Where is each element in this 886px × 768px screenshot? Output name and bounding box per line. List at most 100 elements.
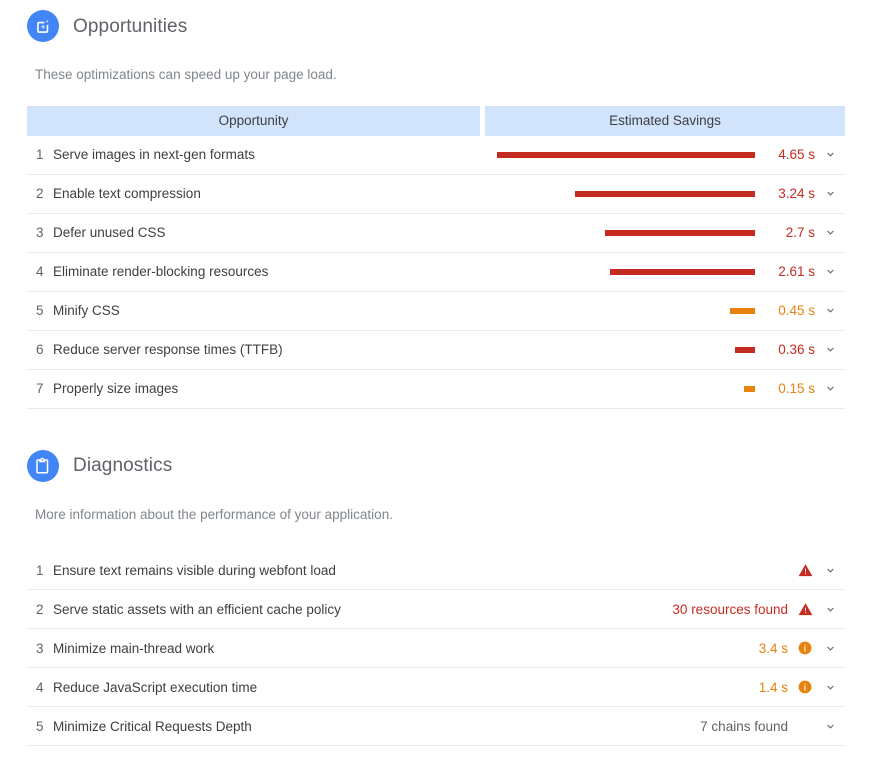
chevron-down-icon[interactable] — [815, 304, 845, 317]
savings-bar-track — [480, 151, 755, 158]
warning-triangle-icon — [795, 563, 815, 578]
diagnostic-row-title: Serve static assets with an efficient ca… — [53, 601, 341, 617]
info-circle-icon — [795, 641, 815, 655]
opportunity-row[interactable]: 1 Serve images in next-gen formats 4.65 s — [27, 136, 845, 175]
opportunity-row[interactable]: 4 Eliminate render-blocking resources 2.61… — [27, 253, 845, 292]
chevron-down-icon[interactable] — [815, 382, 845, 395]
chevron-down-icon[interactable] — [815, 265, 845, 278]
diagnostic-row-title: Ensure text remains visible during webfo… — [53, 562, 336, 578]
opportunities-title: Opportunities — [73, 15, 188, 37]
opportunity-savings-value: 0.45 s — [778, 303, 815, 318]
savings-bar — [744, 385, 755, 392]
opportunity-row-index: 4 — [36, 264, 44, 279]
opportunity-savings-value: 3.24 s — [778, 186, 815, 201]
savings-bar — [575, 190, 755, 197]
clipboard-icon — [27, 449, 59, 482]
diagnostic-row-metrics — [788, 563, 845, 578]
opportunity-row-index: 1 — [36, 147, 44, 162]
opportunity-row-index: 3 — [36, 225, 44, 240]
opportunities-description: These optimizations can speed up your pa… — [35, 67, 337, 82]
savings-bar — [497, 151, 755, 158]
diagnostics-table: 1 Ensure text remains visible during webf… — [27, 551, 845, 746]
opportunity-row-index: 5 — [36, 303, 44, 318]
diagnostic-row-index: 3 — [36, 640, 44, 656]
savings-bar — [735, 346, 755, 353]
diagnostic-row[interactable]: 1 Ensure text remains visible during webf… — [27, 551, 845, 590]
diagnostic-row-index: 2 — [36, 601, 44, 617]
opportunity-savings-value: 4.65 s — [778, 147, 815, 162]
savings-bar — [610, 268, 755, 275]
diagnostic-row-title: Minimize main-thread work — [53, 640, 215, 656]
diagnostics-section: Diagnostics More information about the p… — [0, 449, 886, 746]
savings-bar — [605, 229, 755, 236]
opportunity-row-metrics: 4.65 s — [480, 147, 845, 162]
opportunity-savings-value: 0.15 s — [778, 381, 815, 396]
opportunity-row-metrics: 2.61 s — [480, 264, 845, 279]
savings-bar — [730, 307, 755, 314]
savings-bar-track — [480, 229, 755, 236]
diagnostic-row[interactable]: 3 Minimize main-thread work 3.4 s — [27, 629, 845, 668]
opportunities-header: Opportunities — [0, 0, 886, 42]
diagnostic-value: 30 resources found — [672, 601, 788, 617]
diagnostics-header: Diagnostics — [0, 449, 886, 482]
opportunities-table: Opportunity Estimated Savings 1 Serve ima… — [27, 105, 845, 409]
opportunity-row-index: 2 — [36, 186, 44, 201]
opportunities-section: Opportunities These optimizations can sp… — [0, 0, 886, 409]
diagnostic-row-index: 5 — [36, 718, 44, 734]
column-header-opportunity: Opportunity — [27, 105, 480, 136]
diagnostic-row-index: 1 — [36, 562, 44, 578]
diagnostic-value: 7 chains found — [700, 718, 788, 734]
savings-bar-track — [480, 307, 755, 314]
diagnostic-row-title: Minimize Critical Requests Depth — [53, 718, 252, 734]
opportunity-row-title: Enable text compression — [53, 186, 201, 201]
opportunity-row[interactable]: 6 Reduce server response times (TTFB) 0.36… — [27, 331, 845, 370]
chevron-down-icon[interactable] — [815, 564, 845, 577]
diagnostic-row[interactable]: 4 Reduce JavaScript execution time 1.4 s — [27, 668, 845, 707]
chevron-down-icon[interactable] — [815, 681, 845, 694]
opportunity-row-title: Serve images in next-gen formats — [53, 147, 255, 162]
opportunity-row-title: Reduce server response times (TTFB) — [53, 342, 283, 357]
opportunity-row-metrics: 2.7 s — [480, 225, 845, 240]
opportunity-row[interactable]: 7 Properly size images 0.15 s — [27, 370, 845, 409]
diagnostics-description: More information about the performance o… — [35, 506, 393, 522]
chevron-down-icon[interactable] — [815, 226, 845, 239]
opportunity-savings-value: 2.7 s — [785, 225, 815, 240]
info-circle-icon — [795, 680, 815, 694]
chevron-down-icon[interactable] — [815, 148, 845, 161]
savings-bar-track — [480, 190, 755, 197]
opportunity-savings-value: 2.61 s — [778, 264, 815, 279]
savings-bar-track — [480, 268, 755, 275]
diagnostic-value: 1.4 s — [758, 679, 788, 695]
opportunities-table-header: Opportunity Estimated Savings — [27, 105, 845, 136]
opportunity-row-index: 7 — [36, 381, 44, 396]
chevron-down-icon[interactable] — [815, 187, 845, 200]
opportunity-row-title: Minify CSS — [53, 303, 120, 318]
opportunity-row-title: Properly size images — [53, 381, 179, 396]
opportunity-savings-value: 0.36 s — [778, 342, 815, 357]
opportunity-row[interactable]: 3 Defer unused CSS 2.7 s — [27, 214, 845, 253]
diagnostic-row-metrics: 3.4 s — [759, 641, 845, 656]
opportunity-row-metrics: 0.45 s — [480, 303, 845, 318]
savings-bar-track — [480, 385, 755, 392]
diagnostic-row[interactable]: 2 Serve static assets with an efficient c… — [27, 590, 845, 629]
diagnostic-row-metrics: 30 resources found — [672, 602, 845, 617]
opportunity-row-title: Eliminate render-blocking resources — [53, 264, 269, 279]
diagnostics-rows: 1 Ensure text remains visible during webf… — [27, 551, 845, 746]
opportunity-image-icon — [27, 10, 59, 42]
diagnostic-row-metrics: 1.4 s — [759, 680, 845, 695]
opportunity-row[interactable]: 5 Minify CSS 0.45 s — [27, 292, 845, 331]
diagnostic-row-metrics: 7 chains found — [700, 719, 845, 734]
savings-bar-track — [480, 346, 755, 353]
opportunity-row-metrics: 3.24 s — [480, 186, 845, 201]
column-header-estimated-savings: Estimated Savings — [485, 105, 845, 136]
chevron-down-icon[interactable] — [815, 343, 845, 356]
opportunity-row[interactable]: 2 Enable text compression 3.24 s — [27, 175, 845, 214]
opportunity-row-title: Defer unused CSS — [53, 225, 166, 240]
chevron-down-icon[interactable] — [815, 603, 845, 616]
chevron-down-icon[interactable] — [815, 642, 845, 655]
opportunities-rows: 1 Serve images in next-gen formats 4.65 s 2… — [27, 136, 845, 409]
chevron-down-icon[interactable] — [815, 720, 845, 733]
opportunity-row-index: 6 — [36, 342, 44, 357]
opportunity-row-metrics: 0.36 s — [480, 342, 845, 357]
diagnostic-row[interactable]: 5 Minimize Critical Requests Depth 7 chain… — [27, 707, 845, 746]
